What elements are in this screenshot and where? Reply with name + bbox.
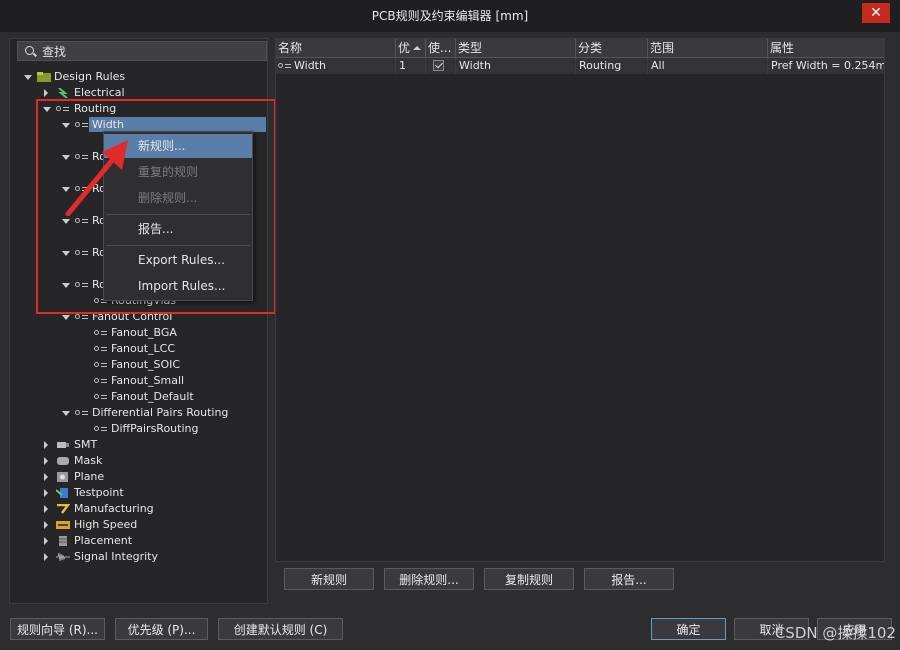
create-default-rules-button[interactable]: 创建默认规则 (C) xyxy=(218,618,343,640)
expand-icon[interactable] xyxy=(44,489,48,497)
expand-icon[interactable] xyxy=(44,553,48,561)
tree-label: Placement xyxy=(74,534,133,547)
menu-item-label: Import Rules... xyxy=(138,279,226,293)
report-button[interactable]: 报告... xyxy=(584,568,674,590)
column-header-enabled[interactable]: 使... xyxy=(426,39,456,57)
expand-icon[interactable] xyxy=(44,521,48,529)
tree-label: Fanout_BGA xyxy=(111,326,177,339)
search-box[interactable]: 查找 xyxy=(17,41,267,61)
tree-label: DiffPairsRouting xyxy=(111,422,199,435)
rules-grid-panel: 名称 优 使... 类型 分类 范围 属性 Width 1 Width Rout… xyxy=(275,38,885,562)
menu-item-label: 报告... xyxy=(138,222,174,236)
cell-attributes: Pref Width = 0.254mm xyxy=(771,59,884,72)
menu-item-label: Export Rules... xyxy=(138,253,225,267)
menu-separator xyxy=(106,245,250,246)
column-header-scope[interactable]: 范围 xyxy=(648,39,768,57)
expand-icon[interactable] xyxy=(44,505,48,513)
column-header-priority[interactable]: 优 xyxy=(396,39,426,57)
smt-icon xyxy=(57,442,69,448)
tree-label: Plane xyxy=(74,470,105,483)
cell-scope: All xyxy=(648,58,768,74)
expand-icon[interactable] xyxy=(44,441,48,449)
enabled-checkbox[interactable] xyxy=(433,60,444,71)
expand-icon[interactable] xyxy=(44,89,48,97)
annotation-arrow-icon xyxy=(65,140,128,216)
priority-button[interactable]: 优先级 (P)... xyxy=(115,618,208,640)
menu-item-export-rules[interactable]: Export Rules... xyxy=(104,248,252,272)
expand-icon[interactable] xyxy=(44,457,48,465)
rule-icon xyxy=(94,329,108,337)
mask-icon xyxy=(57,457,69,465)
title-bar: PCB规则及约束编辑器 [mm] ✕ xyxy=(0,0,900,32)
testpoint-icon xyxy=(56,488,68,498)
search-label: 查找 xyxy=(42,45,67,59)
menu-item-import-rules[interactable]: Import Rules... xyxy=(104,274,252,298)
manufacturing-icon xyxy=(57,504,70,514)
cell-type: Width xyxy=(456,58,576,74)
menu-item-report[interactable]: 报告... xyxy=(104,217,252,241)
tree-label: Mask xyxy=(74,454,103,467)
watermark-text: CSDN @揉揉102 xyxy=(774,624,896,642)
expand-icon[interactable] xyxy=(44,537,48,545)
column-header-attributes[interactable]: 属性 xyxy=(768,39,884,57)
tree-label: Fanout_Small xyxy=(111,374,185,387)
plane-icon xyxy=(57,472,68,482)
tree-label: Fanout_LCC xyxy=(111,342,176,355)
search-icon xyxy=(25,46,34,55)
tree-label: Testpoint xyxy=(74,486,124,499)
placement-icon xyxy=(59,536,67,546)
cell-name-text: Width xyxy=(294,59,326,72)
column-header-type[interactable]: 类型 xyxy=(456,39,576,57)
menu-item-label: 重复的规则 xyxy=(138,165,199,179)
column-header-name[interactable]: 名称 xyxy=(276,39,396,57)
rule-icon xyxy=(94,345,108,353)
expand-icon[interactable] xyxy=(44,473,48,481)
new-rule-button[interactable]: 新规则 xyxy=(284,568,374,590)
collapse-icon[interactable] xyxy=(62,315,70,320)
rule-icon xyxy=(94,361,108,369)
tree-label: Differential Pairs Routing xyxy=(92,406,229,419)
close-button[interactable]: ✕ xyxy=(862,3,890,23)
grid-header: 名称 优 使... 类型 分类 范围 属性 xyxy=(276,39,884,58)
menu-item-label: 新规则... xyxy=(138,139,186,153)
rule-icon xyxy=(94,377,108,385)
design-rules-icon xyxy=(37,72,51,82)
table-row[interactable]: Width 1 Width Routing All Pref Width = 0… xyxy=(276,58,884,74)
electrical-icon xyxy=(58,88,68,98)
column-header-category[interactable]: 分类 xyxy=(576,39,648,57)
collapse-icon[interactable] xyxy=(62,411,70,416)
tree-label: Fanout_SOIC xyxy=(111,358,181,371)
cell-category: Routing xyxy=(576,58,648,74)
delete-rule-button[interactable]: 删除规则... xyxy=(384,568,474,590)
menu-item-label: 删除规则... xyxy=(138,191,198,205)
rule-icon xyxy=(75,409,89,417)
signal-integrity-icon xyxy=(56,552,70,562)
cell-enabled xyxy=(426,58,456,74)
rule-icon xyxy=(94,425,108,433)
sort-ascending-icon xyxy=(413,46,421,50)
ok-button[interactable]: 确定 xyxy=(651,618,726,640)
copy-rule-button[interactable]: 复制规则 xyxy=(484,568,574,590)
window-title: PCB规则及约束编辑器 [mm] xyxy=(371,9,529,23)
tree-label: SMT xyxy=(74,438,98,451)
cell-priority: 1 xyxy=(396,58,426,74)
rule-wizard-button[interactable]: 规则向导 (R)... xyxy=(10,618,105,640)
collapse-icon[interactable] xyxy=(24,75,32,80)
rule-icon xyxy=(278,62,292,70)
cell-name: Width xyxy=(276,58,396,74)
high-speed-icon xyxy=(56,521,70,529)
rule-icon xyxy=(94,393,108,401)
tree-label: Manufacturing xyxy=(74,502,154,515)
tree-label: Design Rules xyxy=(54,70,126,83)
tree-label: High Speed xyxy=(74,518,138,531)
tree-label: Fanout_Default xyxy=(111,390,194,403)
rule-icon xyxy=(75,313,89,321)
tree-label: Signal Integrity xyxy=(74,550,158,563)
column-header-label: 优 xyxy=(398,41,411,55)
